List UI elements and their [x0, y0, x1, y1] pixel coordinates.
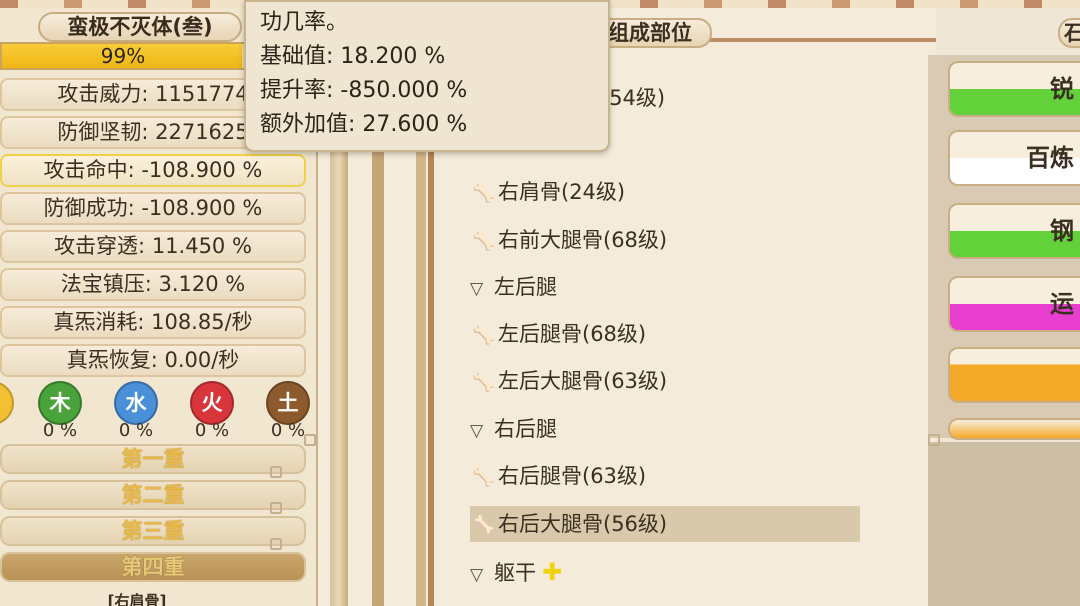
- stat-artifact-suppression: 法宝镇压: 3.120 %: [0, 268, 306, 301]
- tree-group-item[interactable]: ▽ 右后腿: [470, 411, 860, 447]
- right-option-button-4[interactable]: 运: [948, 276, 1080, 332]
- stat-attack-hit[interactable]: 攻击命中: -108.900 %: [0, 154, 306, 187]
- stat-qi-consumption: 真炁消耗: 108.85/秒: [0, 306, 306, 339]
- tree-item-label: 左后大腿骨(63级): [498, 369, 668, 393]
- tree-bone-item-selected[interactable]: 🦴 右后大腿骨(56级): [470, 506, 860, 542]
- tree-item-label: 左后腿: [494, 275, 557, 299]
- tooltip-line: 额外加值: 27.600 %: [260, 112, 468, 137]
- stat-qi-recovery: 真炁恢复: 0.00/秒: [0, 344, 306, 377]
- bone-icon: 🦴: [472, 231, 496, 252]
- bone-icon: 🦴: [472, 515, 496, 536]
- stat-defense-success: 防御成功: -108.900 %: [0, 192, 306, 225]
- layer-tab-3[interactable]: 第三重: [0, 516, 306, 546]
- swirl-icon: [270, 466, 282, 478]
- wood-element-icon: 木: [38, 381, 82, 425]
- earth-element-icon: 土: [266, 381, 310, 425]
- right-lower-area: [928, 442, 1080, 606]
- progress-text: 99%: [100, 44, 146, 68]
- tree-bone-item[interactable]: 🦴 右前大腿骨(68级): [470, 222, 860, 258]
- tooltip-line: 提升率: -850.000 %: [260, 78, 468, 103]
- realm-progress-bar: 99%: [0, 42, 246, 70]
- tooltip-line: 功几率。: [260, 10, 349, 35]
- tree-bone-item[interactable]: 🦴 右肩骨(24级): [470, 174, 860, 210]
- tree-group-item[interactable]: ▽ 躯干 ✚: [470, 554, 860, 590]
- fire-element-pct: 0 %: [194, 420, 230, 441]
- bone-icon: 🦴: [472, 183, 496, 204]
- tree-bone-item[interactable]: 骨(54级): [580, 80, 970, 116]
- fire-element-icon: 火: [190, 381, 234, 425]
- stat-tooltip: 功几率。 基础值: 18.200 % 提升率: -850.000 % 额外加值:…: [244, 0, 610, 152]
- right-option-button-2[interactable]: 百炼: [948, 130, 1080, 186]
- swirl-icon: [270, 538, 282, 550]
- expand-triangle-icon: ▽: [470, 565, 484, 585]
- right-option-button-5[interactable]: [948, 347, 1080, 403]
- plus-icon[interactable]: ✚: [542, 558, 562, 586]
- tooltip-line: 基础值: 18.200 %: [260, 44, 446, 69]
- bone-icon: 🦴: [472, 372, 496, 393]
- tree-bone-item[interactable]: 🦴 右后腿骨(63级): [470, 458, 860, 494]
- tree-item-label: 右后大腿骨(56级): [498, 512, 668, 536]
- expand-triangle-icon: ▽: [470, 279, 484, 299]
- water-element-pct: 0 %: [118, 420, 154, 441]
- stat-attack-penetration: 攻击穿透: 11.450 %: [0, 230, 306, 263]
- tree-item-label: 右后腿: [494, 417, 557, 441]
- swirl-icon: [270, 502, 282, 514]
- right-option-button-1[interactable]: 锐: [948, 61, 1080, 117]
- layer-tab-1[interactable]: 第一重: [0, 444, 306, 474]
- bone-icon: 🦴: [472, 467, 496, 488]
- tree-bone-item[interactable]: 🦴 左后大腿骨(63级): [470, 363, 860, 399]
- expand-triangle-icon: ▽: [470, 421, 484, 441]
- water-element-icon: 水: [114, 381, 158, 425]
- tree-item-label: 躯干: [494, 561, 536, 585]
- tree-bone-item[interactable]: 🦴 左后腿骨(68级): [470, 316, 860, 352]
- tree-item-label: 左后腿骨(68级): [498, 322, 647, 346]
- corner-swirl-icon: [928, 434, 940, 446]
- right-option-button-3[interactable]: 钢: [948, 203, 1080, 259]
- tree-item-label: 右前大腿骨(68级): [498, 228, 668, 252]
- tree-group-item[interactable]: ▽ 左后腿: [470, 269, 860, 305]
- corner-swirl-icon: [304, 434, 316, 446]
- wood-element-pct: 0 %: [42, 420, 78, 441]
- realm-title: 蛮极不灭体(叁): [38, 12, 242, 42]
- tree-item-label: 右后腿骨(63级): [498, 464, 647, 488]
- layer-tab-4[interactable]: 第四重: [0, 552, 306, 582]
- right-header: 石: [1058, 18, 1080, 48]
- selected-part-label: [右肩骨]: [107, 592, 167, 606]
- layer-tab-2[interactable]: 第二重: [0, 480, 306, 510]
- right-option-button-6[interactable]: [948, 418, 1080, 440]
- tree-item-label: 右肩骨(24级): [498, 180, 626, 204]
- bone-icon: 🦴: [472, 325, 496, 346]
